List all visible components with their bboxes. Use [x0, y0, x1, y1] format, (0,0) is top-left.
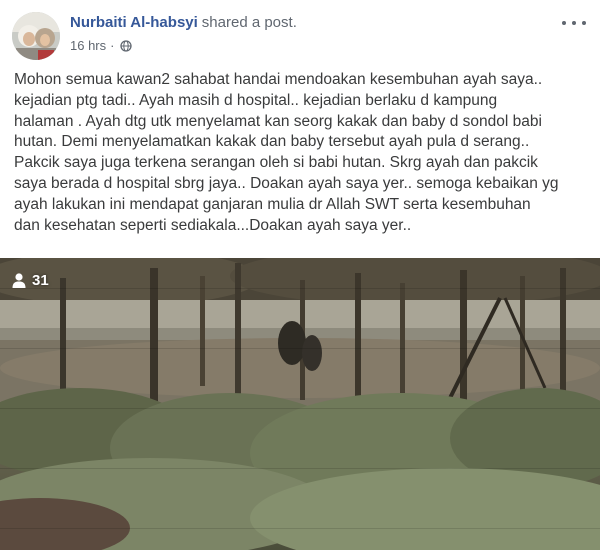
post-timestamp[interactable]: 16 hrs: [70, 38, 106, 54]
meta-separator: ·: [110, 38, 115, 53]
author-name[interactable]: Nurbaiti Al-habsyi: [70, 14, 198, 31]
author-action-text: shared a post.: [201, 14, 297, 31]
more-dot: [562, 21, 566, 25]
post-meta: 16 hrs ·: [70, 38, 133, 54]
post-text-line: halaman . Ayah dtg utk menyelamat kan se…: [14, 112, 542, 130]
video-frame: [0, 258, 600, 550]
author-line: Nurbaiti Al-habsyi shared a post.: [70, 14, 297, 32]
more-dot: [572, 21, 576, 25]
post-text-line: dan kesehatan seperti sediakala...Doakan…: [14, 216, 412, 234]
post-text-line: Pakcik saya juga terkena serangan oleh s…: [14, 154, 538, 172]
more-dot: [582, 21, 586, 25]
post-text-line: ayah lakukan ini mendapat ganjaran mulia…: [14, 195, 531, 213]
post-text-line: Mohon semua kawan2 sahabat handai mendoa…: [14, 71, 543, 88]
globe-icon[interactable]: [120, 40, 133, 52]
post-text-line: kejadian ptg tadi.. Ayah masih d hospita…: [14, 91, 498, 109]
post-text-line: saya berada d hospital sbrg jaya.. Doaka…: [14, 174, 559, 192]
more-options-icon[interactable]: [562, 14, 586, 32]
avatar[interactable]: [12, 12, 60, 60]
view-count: 31: [32, 272, 49, 289]
post-text-line: hutan. Demi menyelamatkan kakak dan baby…: [14, 133, 530, 151]
view-count-badge: 31: [12, 272, 49, 289]
post-body-text: Mohon semua kawan2 sahabat handai mendoa…: [14, 70, 586, 236]
facebook-post: Nurbaiti Al-habsyi shared a post. 16 hrs …: [0, 0, 600, 550]
person-icon: [12, 273, 26, 288]
post-header: Nurbaiti Al-habsyi shared a post. 16 hrs …: [10, 10, 590, 62]
post-video[interactable]: 31: [0, 258, 600, 550]
avatar-image: [12, 12, 60, 60]
